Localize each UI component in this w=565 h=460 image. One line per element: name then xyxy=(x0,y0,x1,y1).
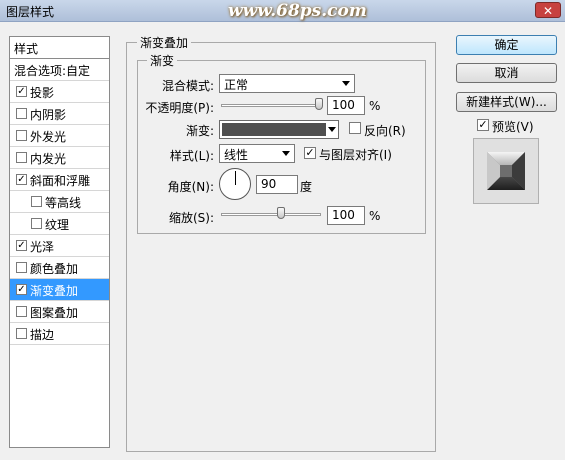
chevron-down-icon xyxy=(282,151,290,156)
title-bar: 图层样式 www.68ps.com ✕ xyxy=(0,0,565,22)
scale-label: 缩放(S): xyxy=(168,211,214,225)
style-list-item[interactable]: ✓ 光泽 xyxy=(10,235,109,257)
angle-dial[interactable] xyxy=(219,168,251,200)
reverse-checkbox[interactable] xyxy=(349,122,361,134)
style-list-item-label: 等高线 xyxy=(45,196,82,210)
style-list-item-label: 图案叠加 xyxy=(30,306,79,320)
style-checkbox[interactable] xyxy=(16,262,27,273)
style-list-item[interactable]: 混合选项:自定 xyxy=(10,59,109,81)
style-list-item[interactable]: 外发光 xyxy=(10,125,109,147)
style-list-item-label: 渐变叠加 xyxy=(30,284,79,298)
style-list-item-label: 内阴影 xyxy=(30,108,67,122)
angle-dial-needle xyxy=(235,171,236,185)
style-checkbox[interactable] xyxy=(16,152,27,163)
ok-button[interactable]: 确定 xyxy=(456,35,557,55)
gradient-swatch[interactable] xyxy=(222,123,326,136)
close-button[interactable]: ✕ xyxy=(535,2,561,18)
angle-input[interactable]: 90 xyxy=(256,175,298,194)
style-list-item[interactable]: ✓ 渐变叠加 xyxy=(10,279,109,301)
blend-mode-label: 混合模式: xyxy=(161,79,214,93)
style-list-item-label: 颜色叠加 xyxy=(30,262,79,276)
style-preview-thumbnail xyxy=(473,138,539,204)
style-checkbox[interactable] xyxy=(31,218,42,229)
window-title: 图层样式 xyxy=(6,5,55,19)
angle-label: 角度(N): xyxy=(167,180,214,194)
style-list-item-label: 内发光 xyxy=(30,152,67,166)
style-list-item-label: 斜面和浮雕 xyxy=(30,174,91,188)
scale-input[interactable]: 100 xyxy=(327,206,365,225)
opacity-input[interactable]: 100 xyxy=(327,96,365,115)
scale-slider-track[interactable] xyxy=(221,213,321,216)
style-checkbox[interactable] xyxy=(16,328,27,339)
chevron-down-icon xyxy=(342,81,350,86)
style-list-item[interactable]: 颜色叠加 xyxy=(10,257,109,279)
watermark: www.68ps.com xyxy=(228,1,367,21)
bevel-preview-icon xyxy=(487,152,525,190)
style-value: 线性 xyxy=(224,148,249,162)
new-style-button[interactable]: 新建样式(W)... xyxy=(456,92,557,112)
style-checkbox[interactable]: ✓ xyxy=(16,284,27,295)
gradient-picker[interactable] xyxy=(219,120,339,139)
align-label: 与图层对齐(I) xyxy=(319,148,392,162)
style-list-item[interactable]: ✓ 斜面和浮雕 xyxy=(10,169,109,191)
style-checkbox[interactable]: ✓ xyxy=(16,86,27,97)
style-checkbox[interactable] xyxy=(16,108,27,119)
style-checkbox[interactable]: ✓ xyxy=(16,240,27,251)
style-list-item[interactable]: 描边 xyxy=(10,323,109,345)
style-checkbox[interactable]: ✓ xyxy=(16,174,27,185)
preview-checkbox[interactable]: ✓ xyxy=(477,119,489,131)
styles-list: 样式 混合选项:自定 ✓ 投影 内阴影 外发光 内发光 ✓ 斜面和浮雕 等高线 纹理 ✓ 光泽 颜色叠加… xyxy=(9,36,110,448)
style-list-item-label: 混合选项:自定 xyxy=(14,64,91,78)
opacity-slider-track[interactable] xyxy=(221,104,321,107)
style-list-item-label: 投影 xyxy=(30,86,55,100)
align-checkbox[interactable]: ✓ xyxy=(304,147,316,159)
blend-mode-value: 正常 xyxy=(224,78,249,92)
style-list-item-label: 光泽 xyxy=(30,240,55,254)
style-list-item[interactable]: 纹理 xyxy=(10,213,109,235)
chevron-down-icon[interactable] xyxy=(328,127,336,132)
style-checkbox[interactable] xyxy=(16,306,27,317)
style-list-item[interactable]: 等高线 xyxy=(10,191,109,213)
angle-unit: 度 xyxy=(300,180,313,194)
style-list-item[interactable]: ✓ 投影 xyxy=(10,81,109,103)
blend-mode-select[interactable]: 正常 xyxy=(219,74,355,93)
style-list-item[interactable]: 内发光 xyxy=(10,147,109,169)
gradient-overlay-title: 渐变叠加 xyxy=(137,34,192,51)
style-label: 样式(L): xyxy=(169,149,214,163)
style-list-item-label: 纹理 xyxy=(45,218,70,232)
style-list-item-label: 外发光 xyxy=(30,130,67,144)
preview-label: 预览(V) xyxy=(492,120,534,134)
cancel-button[interactable]: 取消 xyxy=(456,63,557,83)
opacity-percent: % xyxy=(369,99,381,113)
styles-header[interactable]: 样式 xyxy=(10,37,109,59)
gradient-label: 渐变: xyxy=(185,124,214,138)
style-select[interactable]: 线性 xyxy=(219,144,295,163)
style-list-item[interactable]: 图案叠加 xyxy=(10,301,109,323)
scale-slider-thumb[interactable] xyxy=(276,207,285,219)
gradient-subgroup-title: 渐变 xyxy=(147,52,178,69)
style-list-item[interactable]: 内阴影 xyxy=(10,103,109,125)
reverse-label: 反向(R) xyxy=(364,124,406,138)
opacity-slider-thumb[interactable] xyxy=(315,98,323,110)
style-checkbox[interactable] xyxy=(16,130,27,141)
style-list-item-label: 描边 xyxy=(30,328,55,342)
scale-percent: % xyxy=(369,209,381,223)
style-checkbox[interactable] xyxy=(31,196,42,207)
opacity-label: 不透明度(P): xyxy=(145,101,214,115)
